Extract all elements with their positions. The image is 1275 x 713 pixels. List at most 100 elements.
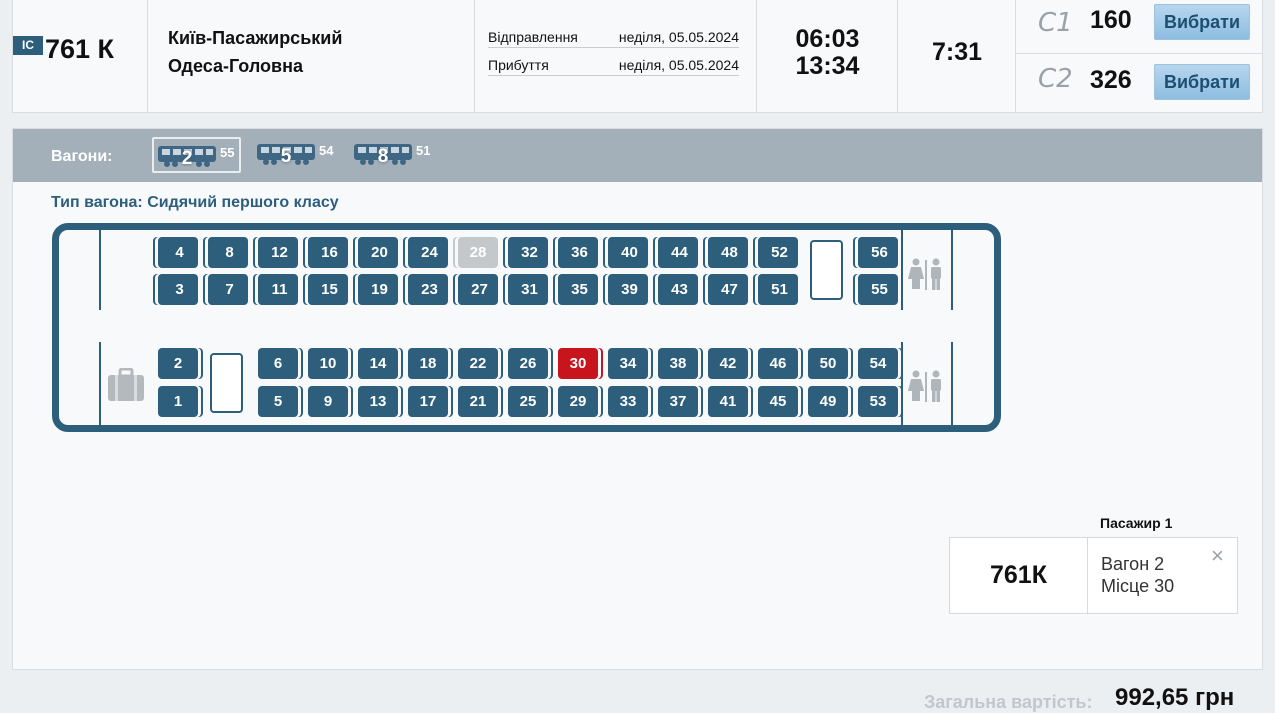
seat-49[interactable]: 49 [808, 386, 848, 417]
seat-6[interactable]: 6 [258, 348, 298, 379]
table [210, 353, 243, 413]
seat-51[interactable]: 51 [758, 274, 798, 305]
seat-9[interactable]: 9 [308, 386, 348, 417]
car-wall [951, 342, 953, 425]
seat-4[interactable]: 4 [158, 237, 198, 268]
departure-date: неділя, 05.05.2024 [618, 29, 739, 45]
duration-cell: 7:31 [898, 0, 1016, 112]
arrival-time: 13:34 [795, 52, 860, 80]
wagon-tab-5[interactable]: 5 54 [253, 137, 339, 173]
seat-12[interactable]: 12 [258, 237, 298, 268]
car-wall [901, 230, 903, 310]
class-cell: С1 160 Вибрати С2 326 Вибрати [1016, 0, 1263, 112]
seat-8[interactable]: 8 [208, 237, 248, 268]
wagon-tab-8[interactable]: 8 51 [350, 137, 436, 173]
car-scheme: 4 8 12 16 20 24 28 32 36 40 44 48 52 56 3 7 11 15 19 23 27 31… [52, 223, 1001, 432]
passenger-train: 761К [950, 538, 1088, 613]
seat-22[interactable]: 22 [458, 348, 498, 379]
departure-label: Відправлення [488, 29, 578, 45]
car-wall [901, 342, 903, 425]
seat-44[interactable]: 44 [658, 237, 698, 268]
seat-24[interactable]: 24 [408, 237, 448, 268]
wagon-number: 2 [181, 148, 193, 169]
seat-35[interactable]: 35 [558, 274, 598, 305]
seat-54[interactable]: 54 [858, 348, 898, 379]
intercity-badge: IC [13, 36, 43, 55]
seat-52[interactable]: 52 [758, 237, 798, 268]
car-type-label: Тип вагона: Сидячий першого класу [51, 194, 339, 211]
seat-37[interactable]: 37 [658, 386, 698, 417]
seat-27[interactable]: 27 [458, 274, 498, 305]
seat-36[interactable]: 36 [558, 237, 598, 268]
seat-53[interactable]: 53 [858, 386, 898, 417]
seat-17[interactable]: 17 [408, 386, 448, 417]
seat-15[interactable]: 15 [308, 274, 348, 305]
seat-5[interactable]: 5 [258, 386, 298, 417]
seat-7[interactable]: 7 [208, 274, 248, 305]
seat-34[interactable]: 34 [608, 348, 648, 379]
seat-55[interactable]: 55 [858, 274, 898, 305]
seat-20[interactable]: 20 [358, 237, 398, 268]
passenger-wagon: Вагон 2 [1101, 554, 1165, 574]
seat-42[interactable]: 42 [708, 348, 748, 379]
seat-43[interactable]: 43 [658, 274, 698, 305]
seat-16[interactable]: 16 [308, 237, 348, 268]
select-c1-button[interactable]: Вибрати [1154, 4, 1250, 40]
train-number-cell: IC 761 К [13, 0, 148, 112]
seat-11[interactable]: 11 [258, 274, 298, 305]
seat-14[interactable]: 14 [358, 348, 398, 379]
times-cell: 06:03 13:34 [757, 0, 898, 112]
arrival-date: неділя, 05.05.2024 [618, 57, 739, 73]
passenger-card: 761К Вагон 2 Місце 30 × [949, 537, 1238, 614]
seat-25[interactable]: 25 [508, 386, 548, 417]
seat-18[interactable]: 18 [408, 348, 448, 379]
seat-19[interactable]: 19 [358, 274, 398, 305]
seat-33[interactable]: 33 [608, 386, 648, 417]
seat-29[interactable]: 29 [558, 386, 598, 417]
seat-46[interactable]: 46 [758, 348, 798, 379]
seat-31[interactable]: 31 [508, 274, 548, 305]
class-row-c1: С1 160 Вибрати [1016, 0, 1263, 54]
seat-48[interactable]: 48 [708, 237, 748, 268]
wagon-tab-2[interactable]: 2 55 [152, 137, 241, 173]
departure-time: 06:03 [795, 25, 860, 53]
seat-21[interactable]: 21 [458, 386, 498, 417]
seat-3[interactable]: 3 [158, 274, 198, 305]
seat-32[interactable]: 32 [508, 237, 548, 268]
seat-41[interactable]: 41 [708, 386, 748, 417]
seat-39[interactable]: 39 [608, 274, 648, 305]
seat-50[interactable]: 50 [808, 348, 848, 379]
seat-47[interactable]: 47 [708, 274, 748, 305]
departure-date-line: Відправлення неділя, 05.05.2024 [488, 27, 739, 48]
seat-38[interactable]: 38 [658, 348, 698, 379]
seat-45[interactable]: 45 [758, 386, 798, 417]
select-c2-button[interactable]: Вибрати [1154, 64, 1250, 100]
seat-13[interactable]: 13 [358, 386, 398, 417]
route-to: Одеса-Головна [168, 56, 303, 76]
seat-56[interactable]: 56 [858, 237, 898, 268]
car-wall [951, 230, 953, 310]
dates-cell: Відправлення неділя, 05.05.2024 Прибуття… [475, 0, 757, 112]
class-seat-count: 160 [1090, 6, 1132, 34]
car-wall [99, 342, 101, 425]
total-value: 992,65 грн [1115, 684, 1235, 711]
seat-28[interactable]: 28 [458, 237, 498, 268]
arrival-label: Прибуття [488, 57, 549, 73]
route-from: Київ-Пасажирський [168, 28, 343, 48]
seat-26[interactable]: 26 [508, 348, 548, 379]
seat-map-panel: Вагони: 2 55 5 54 8 51 Тип вагона: Сидяч… [12, 128, 1263, 670]
close-icon[interactable]: × [1211, 543, 1224, 569]
toilet-icon [908, 258, 941, 290]
wagon-free-seats: 51 [416, 143, 431, 158]
passenger-seat: Місце 30 [1101, 576, 1175, 596]
seat-1[interactable]: 1 [158, 386, 198, 417]
car-wall [99, 230, 101, 310]
wagon-bar: Вагони: 2 55 5 54 8 51 [13, 129, 1262, 182]
seat-40[interactable]: 40 [608, 237, 648, 268]
seat-10[interactable]: 10 [308, 348, 348, 379]
wagon-number: 5 [280, 146, 292, 167]
seat-30[interactable]: 30 [558, 348, 598, 379]
seat-2[interactable]: 2 [158, 348, 198, 379]
toilet-icon [908, 370, 941, 402]
seat-23[interactable]: 23 [408, 274, 448, 305]
